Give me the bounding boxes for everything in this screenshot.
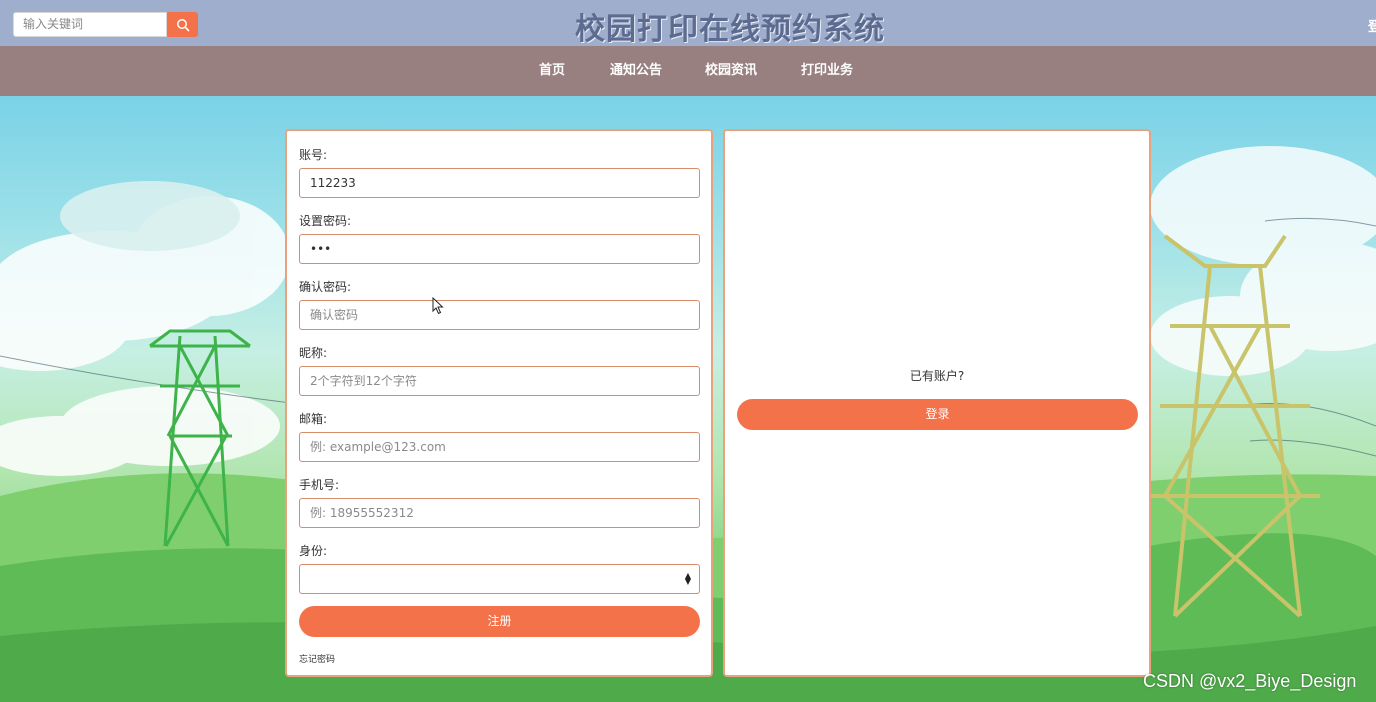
login-panel: 已有账户? 登录 xyxy=(723,129,1151,677)
email-label: 邮箱: xyxy=(299,412,328,426)
role-select[interactable]: ▲ ▼ xyxy=(299,564,700,594)
role-label: 身份: xyxy=(299,544,328,558)
nickname-field[interactable]: 2个字符到12个字符 xyxy=(299,366,700,396)
mouse-cursor-icon xyxy=(432,297,444,315)
login-button[interactable]: 登录 xyxy=(737,399,1138,430)
account-label: 账号: xyxy=(299,148,328,162)
phone-field[interactable]: 例: 18955552312 xyxy=(299,498,700,528)
forgot-password-link[interactable]: 忘记密码 xyxy=(299,652,335,665)
nav-item-home[interactable]: 首页 xyxy=(539,46,565,96)
nickname-label: 昵称: xyxy=(299,346,328,360)
confirm-password-label: 确认密码: xyxy=(299,280,352,294)
site-title: 校园打印在线预约系统 xyxy=(575,12,885,47)
nav-item-print-service[interactable]: 打印业务 xyxy=(801,46,853,96)
login-link[interactable]: 登 xyxy=(1368,16,1376,35)
email-field[interactable]: 例: example@123.com xyxy=(299,432,700,462)
select-arrows-icon: ▲ ▼ xyxy=(684,571,691,586)
register-button[interactable]: 注册 xyxy=(299,606,700,637)
csdn-watermark: CSDN @vx2_Biye_Design xyxy=(1143,671,1357,691)
phone-label: 手机号: xyxy=(299,478,340,492)
password-label: 设置密码: xyxy=(299,214,352,228)
password-field[interactable]: ••• xyxy=(299,234,700,264)
main-nav: 首页 通知公告 校园资讯 打印业务 xyxy=(0,46,1376,96)
account-field[interactable]: 112233 xyxy=(299,168,700,198)
nav-item-campus-news[interactable]: 校园资讯 xyxy=(705,46,757,96)
register-panel: 账号: 112233 设置密码: ••• 确认密码: 确认密码 昵称: 2个字符… xyxy=(285,129,713,677)
confirm-password-field[interactable]: 确认密码 xyxy=(299,300,700,330)
nav-item-notices[interactable]: 通知公告 xyxy=(610,46,662,96)
top-header: 输入关键词 校园打印在线预约系统 登 xyxy=(0,0,1376,47)
have-account-text: 已有账户? xyxy=(909,369,965,383)
